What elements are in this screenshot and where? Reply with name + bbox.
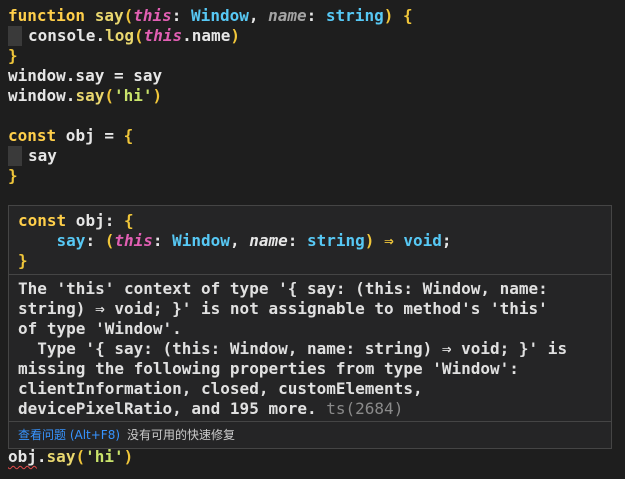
type-window: Window [172,231,230,250]
error-message-line: clientInformation, closed, customElement… [18,379,423,398]
semicolon: ; [441,231,452,250]
paren-open: ( [104,231,115,250]
colon: : [306,6,326,25]
error-message-text: devicePixelRatio, and 195 more. [18,399,317,418]
colon: : [287,231,307,250]
type-string: string [325,6,384,25]
comma: , [229,231,250,250]
view-problem-link[interactable]: 查看问题 (Alt+F8) [18,422,120,448]
paren-open: ( [123,6,134,25]
paren-close: ) [383,6,394,25]
string-literal: 'hi' [85,447,124,466]
error-message-line: The 'this' context of type '{ say: (this… [18,279,548,298]
paren-close: ) [152,86,163,105]
ts-error-code: ts(2684) [316,399,404,418]
arrow: ⇒ [374,231,404,250]
hover-footer: 查看问题 (Alt+F8) 没有可用的快速修复 [9,421,611,448]
error-message-line: Type '{ say: (this: Window, name: string… [18,339,568,358]
brace-open: { [123,211,134,230]
colon: : [152,231,173,250]
type-void: void [403,231,442,250]
paren-close: ) [123,447,134,466]
code-line-9[interactable]: } [8,166,18,186]
identifier-window: window [8,86,66,105]
paren-open: ( [133,26,144,45]
paren-close: ) [230,26,240,45]
colon: : [171,6,192,25]
error-message-line: missing the following properties from ty… [18,359,519,378]
function-name-say: say [94,6,124,25]
code-line-7[interactable]: const obj = { [8,126,133,146]
brace-close: } [8,166,18,185]
property-say: say [56,231,86,250]
dot: . [65,86,76,105]
type-window: Window [191,6,249,25]
declaration-obj: obj = [56,126,124,145]
brace-open: { [393,6,413,25]
type-string: string [307,231,365,250]
keyword-const: const [8,126,57,145]
hover-tooltip: const obj: { say: (this: Window, name: s… [8,205,612,449]
brace-close: } [18,251,28,270]
error-message-line: of type 'Window'. [18,319,182,338]
code-line-4[interactable]: window.say = say [8,66,162,86]
comma: , [248,6,269,25]
keyword-this: this [114,231,153,250]
error-message-last-line: devicePixelRatio, and 195 more. ts(2684) [18,399,403,419]
property-name: .name [182,26,231,45]
code-line-3[interactable]: } [8,46,18,66]
declaration-obj: obj: [66,211,124,230]
method-say: say [46,447,76,466]
error-message-line: string) ⇒ void; }' is not assignable to … [18,299,548,318]
keyword-this: this [143,26,183,45]
keyword-const: const [18,211,67,230]
keyword-this: this [133,6,172,25]
shorthand-property-say: say [28,146,57,165]
assignment-statement: window.say = say [8,66,163,85]
code-line-1[interactable]: function say(this: Window, name: string)… [8,6,413,26]
code-line-8[interactable]: say [8,146,57,166]
indent-guide [8,26,22,46]
paren-open: ( [75,447,86,466]
code-line-10[interactable]: obj.say('hi') [8,447,133,467]
method-log: log [105,26,134,45]
indent-guide [8,146,22,166]
param-name: name [268,6,307,25]
brace-close: } [8,46,18,65]
colon: : [85,231,105,250]
method-say: say [75,86,105,105]
paren-open: ( [104,86,114,105]
param-name: name [249,231,288,250]
identifier-console: console [28,26,96,45]
signature-line-1: const obj: { [18,211,134,231]
code-line-2[interactable]: console.log(this.name) [8,26,240,46]
identifier-obj-error[interactable]: obj [8,447,37,466]
code-line-5[interactable]: window.say('hi') [8,86,162,106]
string-literal: 'hi' [113,86,153,105]
no-quick-fix-text: 没有可用的快速修复 [127,428,236,442]
signature-line-3: } [18,251,28,271]
keyword-function: function [8,6,86,25]
dot: . [36,447,47,466]
brace-open: { [123,126,134,145]
hover-signature: const obj: { say: (this: Window, name: s… [9,206,611,275]
dot: . [95,26,106,45]
signature-line-2: say: (this: Window, name: string) ⇒ void… [18,231,452,251]
paren-close: ) [364,231,375,250]
